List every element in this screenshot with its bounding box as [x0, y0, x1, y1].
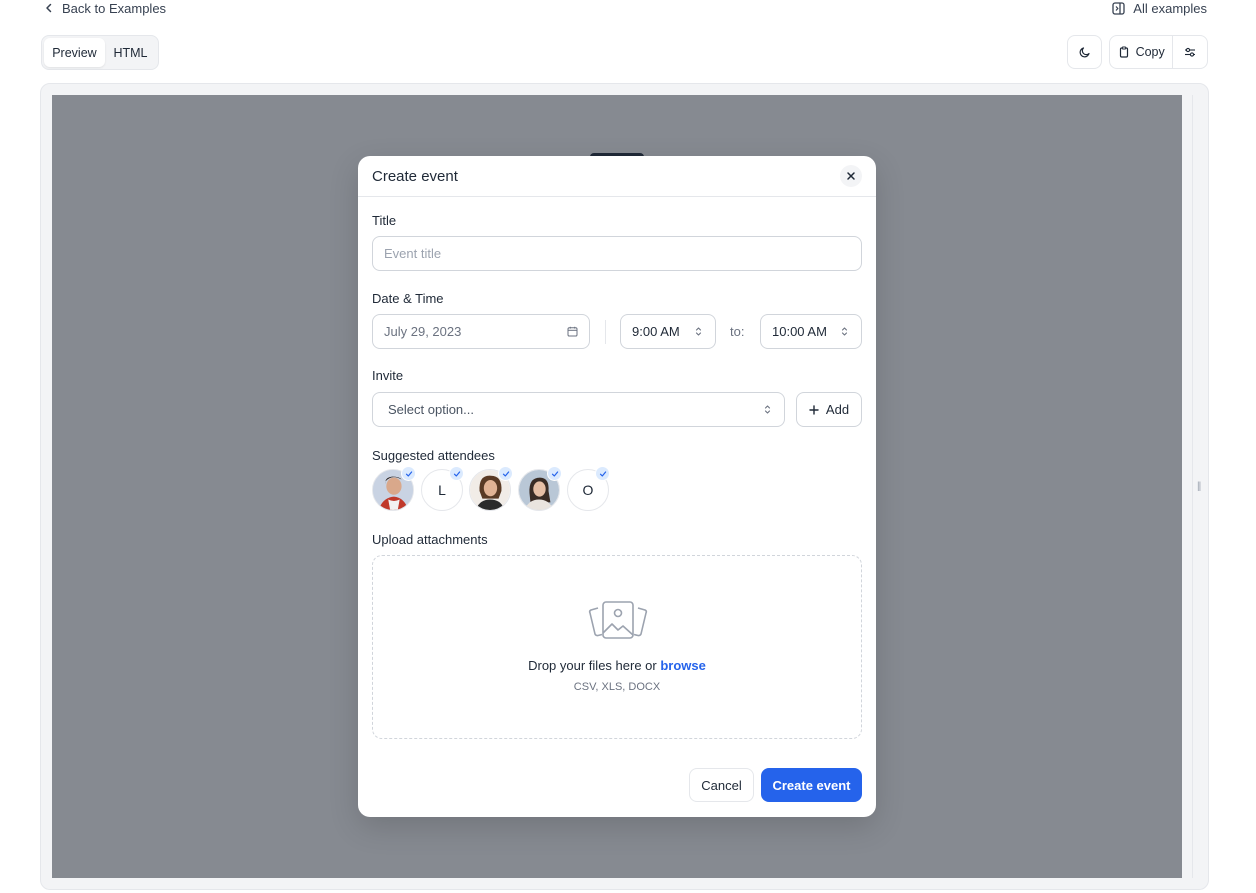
drop-text: Drop your files here or	[528, 658, 657, 673]
all-examples-link[interactable]: All examples	[1112, 0, 1207, 16]
settings-button[interactable]	[1173, 36, 1207, 68]
start-time-select[interactable]: 9:00 AM	[620, 314, 716, 349]
tab-html[interactable]: HTML	[105, 38, 156, 67]
chevron-up-down-icon	[841, 327, 848, 336]
create-event-button[interactable]: Create event	[761, 768, 862, 802]
event-title-input[interactable]: Event title	[372, 236, 862, 271]
date-time-label: Date & Time	[372, 291, 444, 306]
check-icon	[453, 470, 460, 477]
invite-select[interactable]: Select option...	[372, 392, 785, 427]
date-time-divider	[605, 320, 606, 344]
resize-handle[interactable]: ||	[1197, 481, 1201, 492]
to-label: to:	[730, 324, 745, 339]
create-event-modal: Create event Title Event title Date & Ti…	[358, 156, 876, 817]
attendee-initial: L	[438, 482, 446, 498]
attendee-check-badge	[498, 466, 513, 481]
copy-button-group: Copy	[1109, 35, 1208, 69]
date-value: July 29, 2023	[384, 324, 462, 339]
check-icon	[551, 470, 558, 477]
attendee-check-badge	[547, 466, 562, 481]
date-picker-input[interactable]: July 29, 2023	[372, 314, 590, 349]
plus-icon	[809, 404, 819, 415]
end-time-select[interactable]: 10:00 AM	[760, 314, 862, 349]
attendee-initial: O	[582, 482, 594, 498]
add-invitee-button[interactable]: Add	[796, 392, 862, 427]
back-to-examples-link[interactable]: Back to Examples	[44, 0, 166, 16]
attendee-check-badge	[401, 466, 416, 481]
invite-select-placeholder: Select option...	[388, 402, 474, 417]
copy-label: Copy	[1135, 45, 1165, 59]
tab-preview[interactable]: Preview	[44, 38, 105, 67]
drop-instructions: Drop your files here or browse	[373, 658, 861, 673]
chevron-up-down-icon	[764, 405, 771, 414]
calendar-icon	[567, 326, 578, 337]
check-icon	[502, 470, 509, 477]
image-upload-icon	[588, 601, 648, 639]
modal-header: Create event	[358, 156, 876, 197]
view-toggle: Preview HTML	[41, 35, 159, 70]
copy-button[interactable]: Copy	[1110, 36, 1174, 68]
close-button[interactable]	[840, 165, 862, 187]
check-icon	[405, 470, 412, 477]
chevron-up-down-icon	[695, 327, 702, 336]
modal-title: Create event	[372, 167, 458, 185]
attendee-check-badge	[449, 466, 464, 481]
sliders-icon	[1185, 47, 1196, 57]
end-time-value: 10:00 AM	[772, 324, 827, 339]
event-title-placeholder: Event title	[384, 246, 442, 261]
browse-link[interactable]: browse	[660, 658, 706, 673]
all-examples-label: All examples	[1133, 0, 1207, 16]
cancel-button[interactable]: Cancel	[689, 768, 754, 802]
clipboard-icon	[1119, 46, 1128, 58]
close-icon	[847, 172, 855, 180]
theme-toggle-button[interactable]	[1067, 35, 1102, 69]
add-label: Add	[825, 402, 850, 417]
back-link-label: Back to Examples	[62, 0, 167, 16]
file-dropzone[interactable]: Drop your files here or browse CSV, XLS,…	[372, 555, 862, 739]
upload-attachments-label: Upload attachments	[372, 532, 488, 547]
sidebar-panel-icon	[1112, 1, 1125, 15]
check-icon	[599, 470, 606, 477]
start-time-value: 9:00 AM	[632, 324, 680, 339]
moon-icon	[1079, 47, 1090, 58]
attendee-check-badge	[595, 466, 610, 481]
chevron-left-icon	[46, 3, 52, 13]
invite-label: Invite	[372, 368, 404, 383]
suggested-attendees-label: Suggested attendees	[372, 448, 495, 463]
title-label: Title	[372, 213, 397, 228]
allowed-formats: CSV, XLS, DOCX	[573, 681, 661, 693]
